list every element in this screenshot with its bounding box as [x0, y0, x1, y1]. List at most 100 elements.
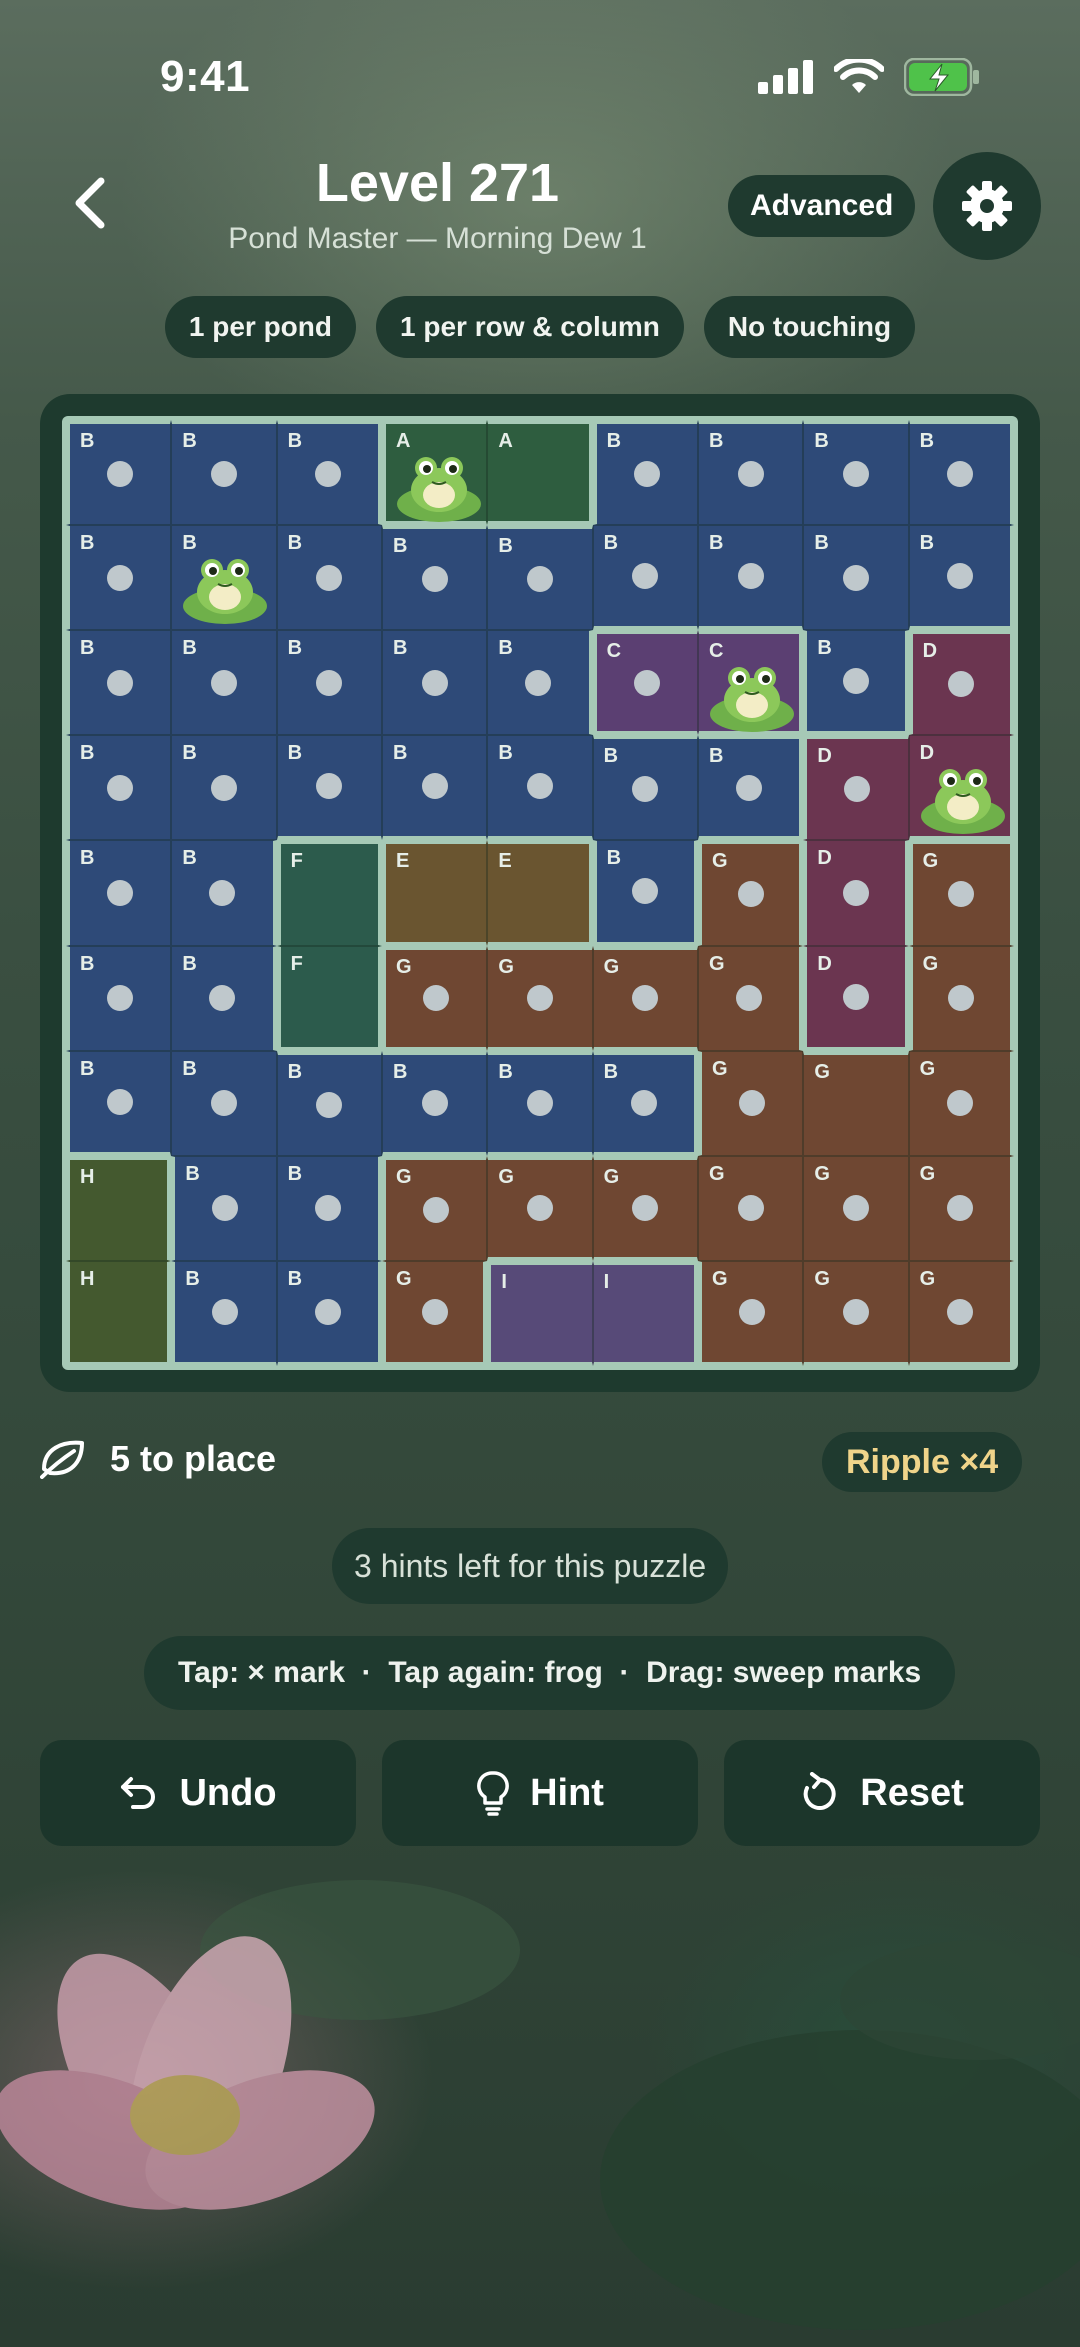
board-cell[interactable]: B: [803, 525, 909, 631]
board-cell[interactable]: G: [487, 1155, 593, 1261]
board-cell[interactable]: G: [803, 1155, 909, 1261]
board-cell[interactable]: G: [908, 1260, 1014, 1366]
board-cell[interactable]: G: [908, 1050, 1014, 1156]
board-cell[interactable]: B: [382, 630, 488, 736]
board-cell[interactable]: B: [66, 840, 172, 946]
board-cell[interactable]: B: [276, 735, 382, 841]
battery-charging-icon: [904, 58, 979, 96]
board-cell[interactable]: G: [908, 945, 1014, 1051]
board-cell[interactable]: B: [66, 420, 172, 526]
board-cell[interactable]: B: [592, 735, 698, 841]
board-cell[interactable]: B: [592, 1050, 698, 1156]
board-cell[interactable]: G: [382, 1260, 488, 1366]
board-cell[interactable]: B: [592, 525, 698, 631]
board-cell[interactable]: C: [592, 630, 698, 736]
undo-button[interactable]: Undo: [40, 1740, 356, 1846]
board-cell[interactable]: B: [171, 840, 277, 946]
board-cell[interactable]: B: [487, 735, 593, 841]
board-cell[interactable]: B: [276, 1050, 382, 1156]
board-cell[interactable]: D: [803, 735, 909, 841]
board-cell[interactable]: B: [66, 525, 172, 631]
board-cell[interactable]: F: [276, 945, 382, 1051]
board-cell[interactable]: G: [803, 1050, 909, 1156]
board-cell[interactable]: E: [487, 840, 593, 946]
board-cell[interactable]: B: [382, 735, 488, 841]
board-cell[interactable]: I: [592, 1260, 698, 1366]
board-cell[interactable]: E: [382, 840, 488, 946]
board-cell[interactable]: B: [803, 630, 909, 736]
board-cell[interactable]: B: [592, 420, 698, 526]
board-cell[interactable]: B: [276, 525, 382, 631]
cell-dot: [107, 564, 134, 591]
board-cell[interactable]: B: [382, 525, 488, 631]
board-cell[interactable]: B: [276, 1155, 382, 1261]
board-cell[interactable]: B: [171, 1050, 277, 1156]
cell-dot: [737, 563, 764, 590]
board-cell[interactable]: C: [698, 630, 804, 736]
board-cell[interactable]: G: [382, 945, 488, 1051]
board-cell[interactable]: B: [66, 735, 172, 841]
settings-button[interactable]: [933, 152, 1041, 260]
board-cell[interactable]: B: [698, 525, 804, 631]
board-cell[interactable]: B: [171, 735, 277, 841]
board-cell[interactable]: B: [276, 630, 382, 736]
board-cell[interactable]: B: [66, 1050, 172, 1156]
board-cell[interactable]: B: [171, 525, 277, 631]
board-cell[interactable]: G: [908, 840, 1014, 946]
region-label: F: [290, 850, 303, 873]
region-label: B: [603, 1060, 619, 1083]
board-cell[interactable]: B: [698, 420, 804, 526]
board-cell[interactable]: B: [592, 840, 698, 946]
board-cell[interactable]: B: [908, 420, 1014, 526]
board-cell[interactable]: G: [698, 945, 804, 1051]
board-cell[interactable]: D: [908, 630, 1014, 736]
board-cell[interactable]: B: [66, 630, 172, 736]
board-cell[interactable]: G: [698, 1260, 804, 1366]
region-label: G: [396, 1165, 412, 1188]
board-cell[interactable]: G: [592, 1155, 698, 1261]
board-cell[interactable]: B: [171, 1155, 277, 1261]
board-cell[interactable]: G: [698, 840, 804, 946]
board-cell[interactable]: B: [276, 1260, 382, 1366]
board-cell[interactable]: B: [171, 420, 277, 526]
board-cell[interactable]: D: [908, 735, 1014, 841]
region-label: H: [80, 1267, 95, 1290]
board-cell[interactable]: B: [171, 945, 277, 1051]
board-cell[interactable]: H: [66, 1155, 172, 1261]
board-cell[interactable]: B: [803, 420, 909, 526]
board-cell[interactable]: B: [698, 735, 804, 841]
cell-dot: [842, 564, 869, 591]
board-cell[interactable]: B: [66, 945, 172, 1051]
board-cell[interactable]: G: [698, 1050, 804, 1156]
board-cell[interactable]: B: [487, 525, 593, 631]
board-cell[interactable]: G: [487, 945, 593, 1051]
region-label: B: [185, 1267, 200, 1290]
board-cell[interactable]: A: [382, 420, 488, 526]
cell-dot: [948, 881, 975, 908]
board-cell[interactable]: D: [803, 840, 909, 946]
undo-icon: [121, 1777, 156, 1809]
board-cell[interactable]: G: [382, 1155, 488, 1261]
board-cell[interactable]: B: [276, 420, 382, 526]
board-cell[interactable]: B: [487, 630, 593, 736]
cell-dot: [525, 669, 552, 696]
board-cell[interactable]: G: [698, 1155, 804, 1261]
cell-dot: [423, 1196, 450, 1223]
board-cell[interactable]: A: [487, 420, 593, 526]
board-cell[interactable]: B: [171, 630, 277, 736]
board-cell[interactable]: B: [382, 1050, 488, 1156]
board-cell[interactable]: I: [487, 1260, 593, 1366]
board-cell[interactable]: H: [66, 1260, 172, 1366]
reset-button[interactable]: Reset: [724, 1740, 1040, 1846]
board-cell[interactable]: B: [908, 525, 1014, 631]
board-cell[interactable]: F: [276, 840, 382, 946]
board-cell[interactable]: B: [487, 1050, 593, 1156]
lightbulb-icon: [477, 1771, 509, 1816]
board-cell[interactable]: D: [803, 945, 909, 1051]
board-cell[interactable]: B: [171, 1260, 277, 1366]
board-cell[interactable]: G: [592, 945, 698, 1051]
board-cell[interactable]: G: [803, 1260, 909, 1366]
region-label: B: [185, 1162, 200, 1185]
board-cell[interactable]: G: [908, 1155, 1014, 1261]
hint-button[interactable]: Hint: [382, 1740, 698, 1846]
